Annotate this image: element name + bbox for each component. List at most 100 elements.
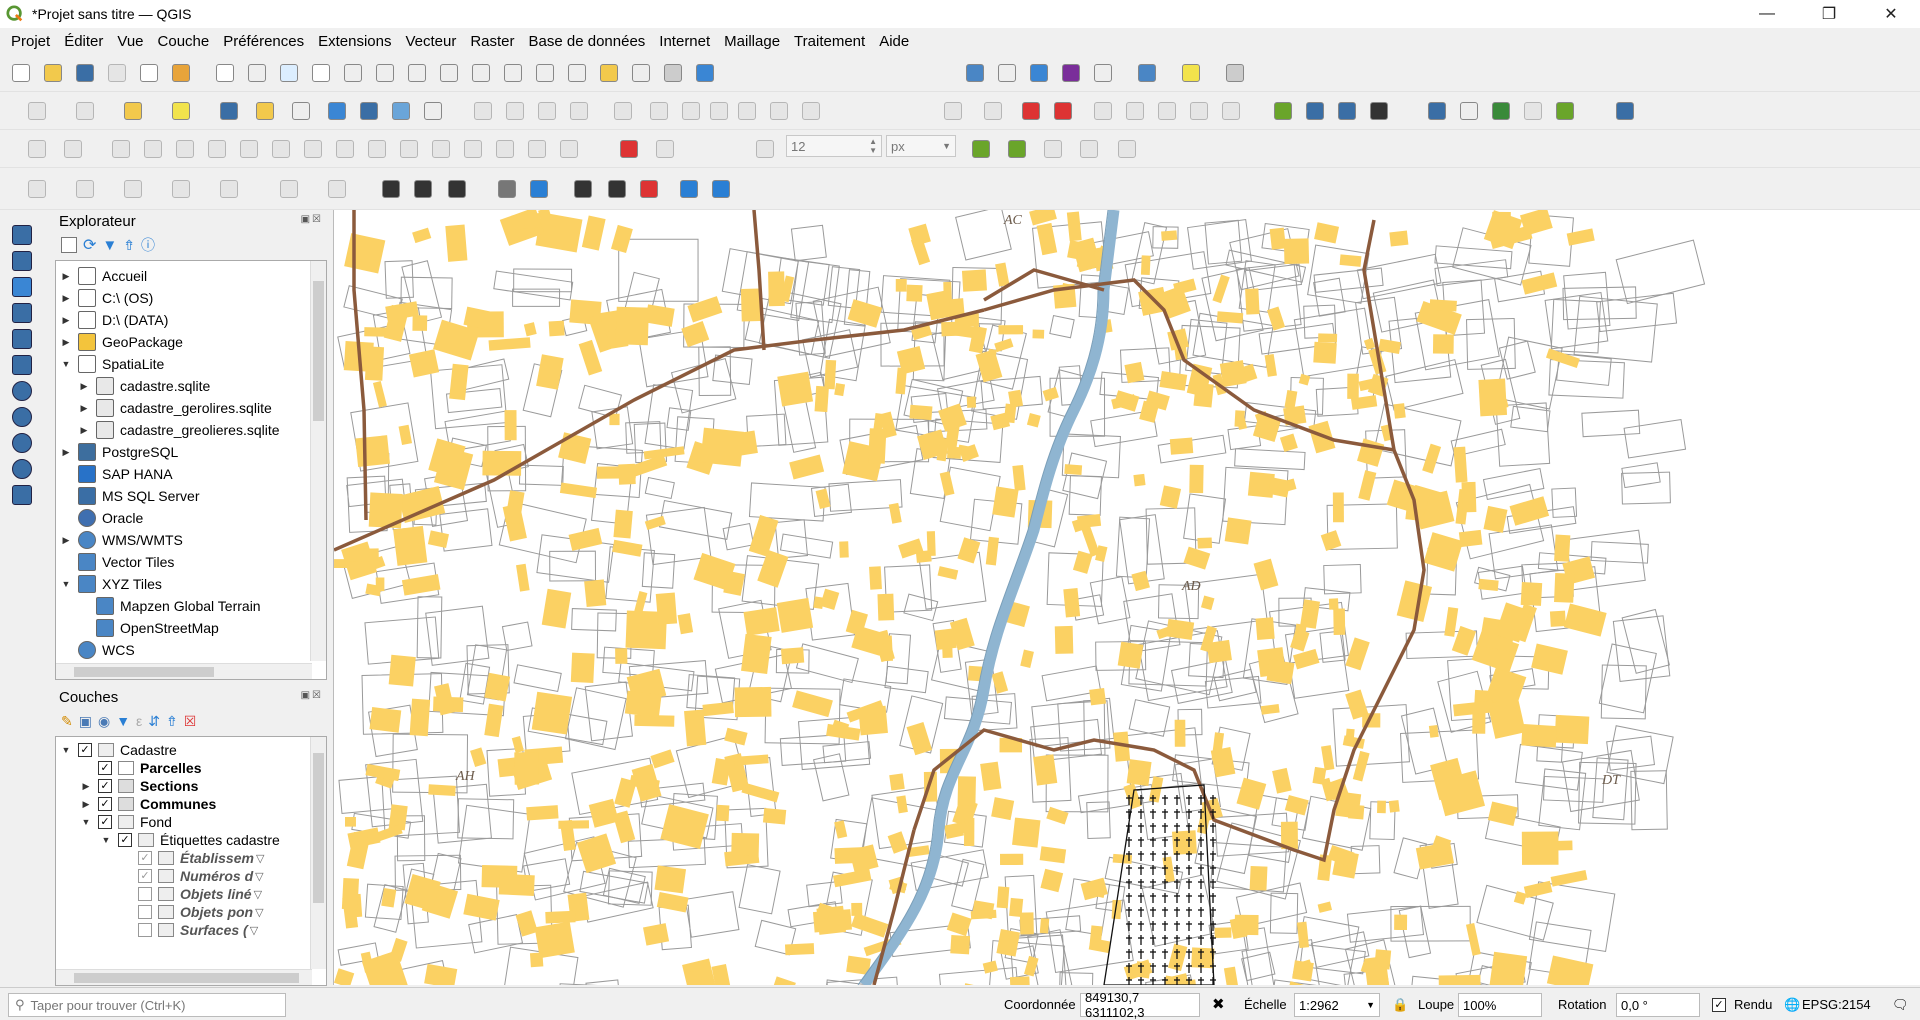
snap-icon-7[interactable]: [332, 137, 358, 161]
open-project-icon[interactable]: [40, 61, 66, 85]
edit-icon[interactable]: [72, 99, 98, 123]
menu-7[interactable]: Raster: [463, 33, 521, 50]
snap-close-icon[interactable]: [1040, 137, 1066, 161]
self-snap-icon[interactable]: [1004, 137, 1030, 161]
layer-item[interactable]: ▶ ✓ Sections: [56, 777, 199, 795]
snap-icon-3[interactable]: [204, 137, 230, 161]
expand-arrow-icon[interactable]: ▶: [78, 403, 90, 414]
snap-icon-2[interactable]: [172, 137, 198, 161]
explorer-vscroll[interactable]: [310, 261, 326, 661]
expand-arrow-icon[interactable]: ▶: [60, 271, 72, 282]
shape-icon[interactable]: [24, 177, 50, 201]
add-selected-icon[interactable]: [61, 237, 77, 253]
label-rotate-icon[interactable]: [1122, 99, 1148, 123]
add-spatialite-icon[interactable]: [252, 99, 278, 123]
explorer-item[interactable]: Mapzen Global Terrain: [56, 595, 261, 617]
explorer-item[interactable]: ▶ cadastre_gerolires.sqlite: [56, 397, 272, 419]
layer-visibility-checkbox[interactable]: ✓: [98, 779, 112, 793]
layer-visibility-checkbox[interactable]: ✓: [118, 833, 132, 847]
save-as-icon[interactable]: [104, 61, 130, 85]
explorer-item[interactable]: ▶ GeoPackage: [56, 331, 183, 353]
explorer-item[interactable]: ▼ XYZ Tiles: [56, 573, 162, 595]
panel-float-close-icon[interactable]: ▣☒: [301, 214, 323, 225]
add-mesh-layer-icon[interactable]: [8, 274, 36, 300]
snap-tool-icon[interactable]: [652, 137, 678, 161]
menu-0[interactable]: Projet: [4, 33, 57, 50]
explorer-item[interactable]: ▶ Accueil: [56, 265, 147, 287]
explorer-item[interactable]: ▼ SpatiaLite: [56, 353, 164, 375]
collapse-arrow-icon[interactable]: ▼: [60, 745, 72, 755]
add-raster-layer-icon[interactable]: [8, 248, 36, 274]
label-hide-icon[interactable]: [1218, 99, 1244, 123]
crs-button[interactable]: EPSG:2154: [1802, 997, 1871, 1012]
panel-float-close-icon[interactable]: ▣☒: [301, 690, 323, 701]
temporal-icon[interactable]: [660, 61, 686, 85]
snap-segment-icon[interactable]: [108, 137, 134, 161]
expand-arrow-icon[interactable]: ▶: [60, 447, 72, 458]
shape4-icon[interactable]: [168, 177, 194, 201]
layer-visibility-checkbox[interactable]: ✓: [78, 743, 92, 757]
add-feature-icon[interactable]: [566, 99, 592, 123]
new-3d-view-icon[interactable]: [564, 61, 590, 85]
snap-icon-13[interactable]: [524, 137, 550, 161]
shape2-icon[interactable]: [72, 177, 98, 201]
menu-2[interactable]: Vue: [110, 33, 150, 50]
label-pin-icon[interactable]: [980, 99, 1006, 123]
scale-select[interactable]: 1:2962 ▼: [1294, 993, 1380, 1017]
abc-label-icon[interactable]: [1018, 99, 1044, 123]
snapping-units-select[interactable]: px ▼: [886, 135, 956, 157]
help-icon[interactable]: [1612, 99, 1638, 123]
snap-icon-9[interactable]: [396, 137, 422, 161]
zoom-next-icon[interactable]: [500, 61, 526, 85]
toggle-edit-icon[interactable]: [502, 99, 528, 123]
georef-icon[interactable]: [1366, 99, 1392, 123]
options-icon[interactable]: [676, 177, 702, 201]
attribute-table-icon[interactable]: [994, 61, 1020, 85]
new-project-icon[interactable]: [8, 61, 34, 85]
snap-icon[interactable]: [24, 137, 50, 161]
explorer-item[interactable]: ▶ cadastre_greolieres.sqlite: [56, 419, 280, 441]
snap-icon-5[interactable]: [268, 137, 294, 161]
layers-vscroll[interactable]: [310, 737, 326, 969]
zoom-last-icon[interactable]: [468, 61, 494, 85]
add-wfs-layer-icon[interactable]: [8, 430, 36, 456]
measure-icon[interactable]: [1134, 61, 1160, 85]
add-virtual-layer-icon[interactable]: [8, 352, 36, 378]
python-icon[interactable]: [1424, 99, 1450, 123]
expand-arrow-icon[interactable]: ▶: [80, 799, 92, 810]
collapse-arrow-icon[interactable]: ▼: [60, 359, 72, 369]
digitize-icon[interactable]: [24, 99, 50, 123]
explorer-item[interactable]: ▶ PostgreSQL: [56, 441, 178, 463]
rotation-input[interactable]: 0,0 °: [1616, 993, 1700, 1017]
search-tool-icon[interactable]: [570, 177, 596, 201]
add-postgis-layer-icon[interactable]: [8, 378, 36, 404]
new-shapefile-icon[interactable]: [8, 482, 36, 508]
layer-item[interactable]: ✓ Numéros d ▽: [56, 867, 264, 885]
print-layout-icon[interactable]: [136, 61, 162, 85]
snap-icon-14[interactable]: [556, 137, 582, 161]
menu-10[interactable]: Maillage: [717, 33, 787, 50]
menu-5[interactable]: Extensions: [311, 33, 398, 50]
abc-label2-icon[interactable]: [1050, 99, 1076, 123]
collapse-arrow-icon[interactable]: ▼: [60, 579, 72, 589]
delaunay-icon[interactable]: [1270, 99, 1296, 123]
collapse-all-icon[interactable]: ⇮: [123, 237, 135, 254]
zoom-full-icon[interactable]: [340, 61, 366, 85]
snap-avoid-icon[interactable]: [1114, 137, 1140, 161]
crs-globe-icon[interactable]: 🌐: [1784, 997, 1800, 1013]
expand-arrow-icon[interactable]: ▶: [78, 381, 90, 392]
explorer-item[interactable]: WCS: [56, 639, 135, 661]
add-delimited-text-icon[interactable]: [8, 300, 36, 326]
menu-4[interactable]: Préférences: [216, 33, 311, 50]
cadastre-help-icon[interactable]: [604, 177, 630, 201]
menu-8[interactable]: Base de données: [522, 33, 653, 50]
arrow-right-icon[interactable]: [526, 177, 552, 201]
explorer-item[interactable]: Oracle: [56, 507, 143, 529]
snap-settings-icon[interactable]: [752, 137, 778, 161]
add-wms-icon[interactable]: [420, 99, 446, 123]
globe-tool-icon[interactable]: [1302, 99, 1328, 123]
snap-icon-4[interactable]: [236, 137, 262, 161]
collapse-arrow-icon[interactable]: ▼: [100, 835, 112, 845]
layer-item[interactable]: Surfaces (▽: [56, 921, 258, 939]
layer-visibility-checkbox[interactable]: ✓: [98, 815, 112, 829]
